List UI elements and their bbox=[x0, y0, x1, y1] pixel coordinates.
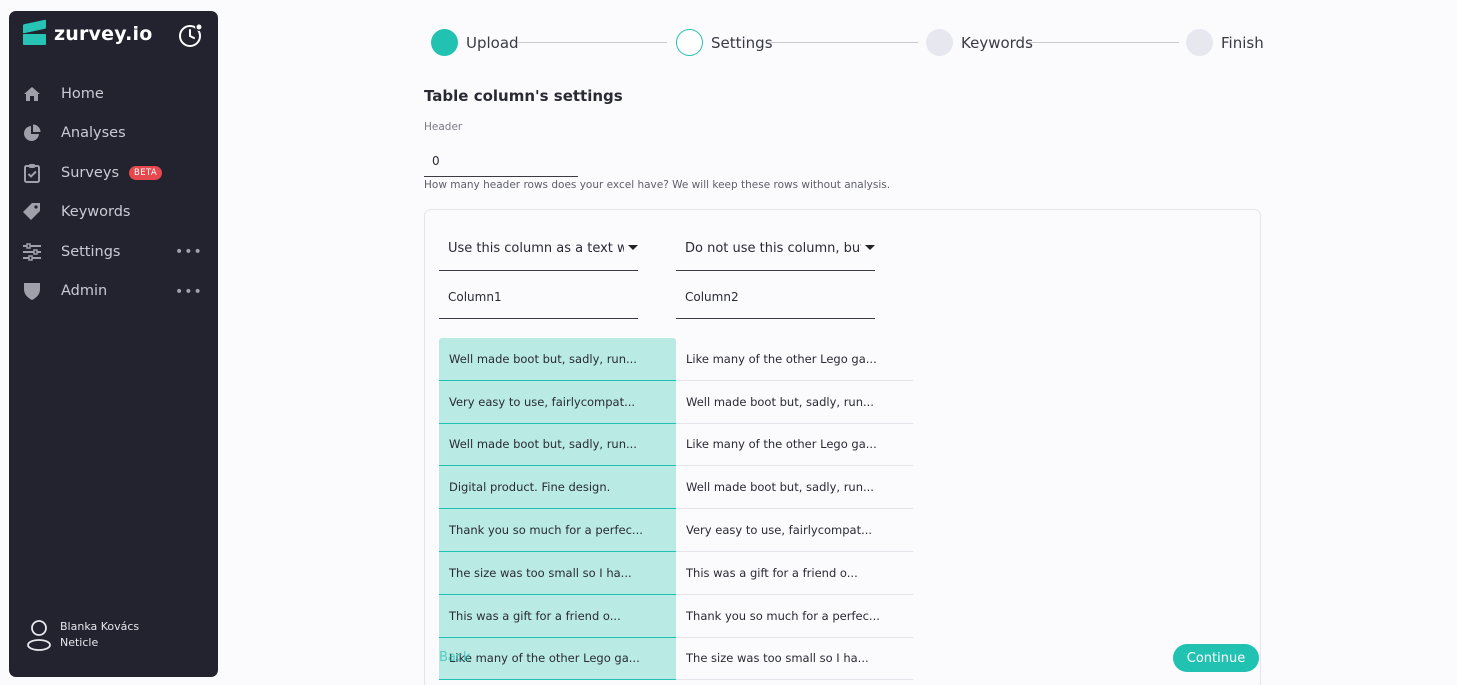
step-connector bbox=[1029, 42, 1179, 43]
step-indicator bbox=[676, 29, 703, 56]
caret-down-icon bbox=[628, 245, 638, 250]
shield-icon bbox=[22, 281, 42, 301]
table-cell: Well made boot but, sadly, run... bbox=[439, 338, 676, 381]
table-cell: Digital product. Fine design. bbox=[439, 466, 676, 510]
sidebar-item-home[interactable]: Home bbox=[9, 74, 218, 114]
step-finish[interactable]: Finish bbox=[1186, 29, 1264, 56]
table-cell: Very easy to use, fairlycompat... bbox=[676, 509, 913, 552]
table-cell: Thank you so much for a perfec... bbox=[676, 594, 913, 638]
avatar bbox=[27, 620, 51, 651]
sidebar-item-label: Analyses bbox=[61, 125, 126, 142]
pie-chart-icon bbox=[22, 123, 42, 143]
table-cell: Like many of the other Lego ga... bbox=[676, 423, 913, 467]
history-icon[interactable] bbox=[178, 23, 203, 48]
brand-name: zurvey.io bbox=[54, 22, 153, 45]
user-org: Neticle bbox=[60, 636, 99, 649]
clipboard-check-icon bbox=[22, 163, 42, 183]
step-settings[interactable]: Settings bbox=[676, 29, 773, 56]
sidebar-item-label: Settings bbox=[61, 243, 121, 260]
sidebar-item-surveys[interactable]: Surveys BETA bbox=[9, 153, 218, 193]
brand[interactable]: zurvey.io bbox=[23, 19, 153, 45]
header-field-label: Header bbox=[424, 121, 463, 133]
table-row: Thank you so much for a perfec... Very e… bbox=[439, 509, 913, 552]
step-upload[interactable]: Upload bbox=[431, 29, 519, 56]
step-label: Upload bbox=[466, 33, 519, 52]
column1-usage-select[interactable]: Use this column as a text we bbox=[439, 226, 638, 271]
sliders-icon bbox=[22, 242, 42, 262]
select-value: Do not use this column, but l bbox=[685, 240, 873, 256]
table-row: Well made boot but, sadly, run... Like m… bbox=[439, 423, 913, 467]
home-icon bbox=[22, 84, 42, 104]
column2-name-input[interactable] bbox=[676, 275, 875, 319]
page-title: Table column's settings bbox=[424, 87, 623, 105]
table-cell: Thank you so much for a perfec... bbox=[439, 509, 676, 552]
continue-button[interactable]: Continue bbox=[1173, 644, 1259, 672]
stepper: Upload Settings Keywords Finish bbox=[431, 29, 1264, 57]
header-help-text: How many header rows does your excel hav… bbox=[424, 179, 891, 191]
table-row: Very easy to use, fairlycompat... Well m… bbox=[439, 380, 913, 424]
step-connector bbox=[517, 42, 667, 43]
table-cell: The size was too small so I ha... bbox=[439, 551, 676, 595]
table-cell: Like many of the other Lego ga... bbox=[439, 637, 676, 681]
step-connector bbox=[768, 42, 918, 43]
select-value: Use this column as a text we bbox=[448, 240, 636, 256]
sidebar-item-admin[interactable]: Admin ••• bbox=[9, 272, 218, 312]
table-cell: The size was too small so I ha... bbox=[676, 637, 913, 681]
sidebar-item-label: Home bbox=[61, 85, 104, 102]
sidebar-item-analyses[interactable]: Analyses bbox=[9, 114, 218, 154]
preview-table: Well made boot but, sadly, run... Like m… bbox=[439, 338, 913, 681]
sidebar: zurvey.io Home Analyses Surveys BETA Key… bbox=[9, 11, 218, 677]
step-indicator bbox=[431, 29, 458, 56]
user-profile[interactable]: Blanka Kovács Neticle bbox=[26, 619, 139, 651]
caret-down-icon bbox=[865, 245, 875, 250]
table-cell: Well made boot but, sadly, run... bbox=[439, 423, 676, 467]
step-label: Finish bbox=[1221, 33, 1264, 52]
sidebar-item-label: Admin bbox=[61, 283, 108, 300]
table-cell: Well made boot but, sadly, run... bbox=[676, 380, 913, 424]
sidebar-item-settings[interactable]: Settings ••• bbox=[9, 232, 218, 272]
table-row: This was a gift for a friend o... Thank … bbox=[439, 594, 913, 638]
step-label: Keywords bbox=[961, 33, 1033, 52]
sidebar-item-keywords[interactable]: Keywords bbox=[9, 193, 218, 233]
table-cell: This was a gift for a friend o... bbox=[439, 594, 676, 638]
sidebar-item-label: Keywords bbox=[61, 204, 131, 221]
header-rows-input[interactable] bbox=[424, 146, 578, 177]
table-row: Well made boot but, sadly, run... Like m… bbox=[439, 338, 913, 381]
logo-icon bbox=[23, 19, 46, 45]
table-cell: Well made boot but, sadly, run... bbox=[676, 466, 913, 510]
table-cell: This was a gift for a friend o... bbox=[676, 551, 913, 595]
table-cell: Like many of the other Lego ga... bbox=[676, 338, 913, 381]
beta-badge: BETA bbox=[129, 165, 163, 180]
step-label: Settings bbox=[711, 33, 773, 52]
sidebar-item-label: Surveys bbox=[61, 164, 119, 181]
sidebar-nav: Home Analyses Surveys BETA Keywords Sett… bbox=[9, 74, 218, 311]
step-keywords[interactable]: Keywords bbox=[926, 29, 1033, 56]
more-options-icon[interactable]: ••• bbox=[175, 244, 203, 260]
step-indicator bbox=[1186, 29, 1213, 56]
step-indicator bbox=[926, 29, 953, 56]
column1-name-input[interactable] bbox=[439, 275, 638, 319]
tag-icon bbox=[22, 202, 42, 222]
table-row: The size was too small so I ha... This w… bbox=[439, 551, 913, 595]
table-cell: Very easy to use, fairlycompat... bbox=[439, 380, 676, 424]
back-button[interactable]: Back bbox=[439, 650, 471, 665]
more-options-icon[interactable]: ••• bbox=[175, 284, 203, 300]
column2-usage-select[interactable]: Do not use this column, but l bbox=[676, 226, 875, 271]
table-row: Digital product. Fine design. Well made … bbox=[439, 466, 913, 510]
user-name: Blanka Kovács bbox=[60, 620, 140, 633]
table-row: Like many of the other Lego ga... The si… bbox=[439, 637, 913, 681]
